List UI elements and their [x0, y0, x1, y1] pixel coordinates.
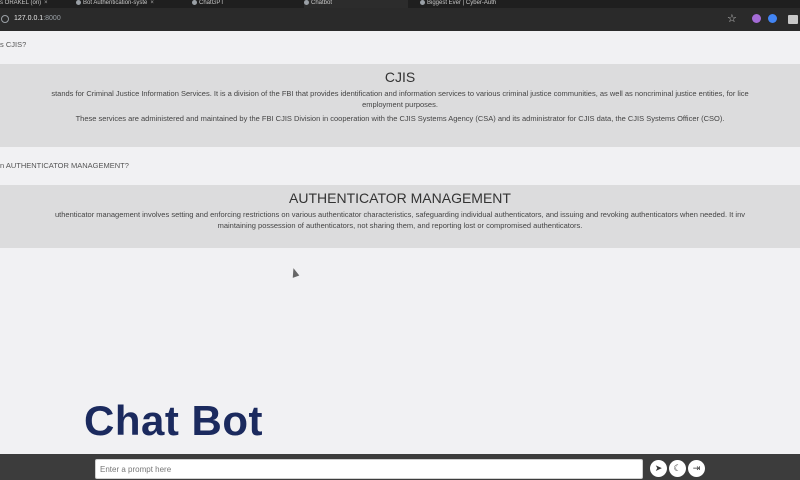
bot-answer: AUTHENTICATOR MANAGEMENT uthenticator ma… — [0, 185, 800, 248]
send-icon: ➤ — [654, 463, 663, 473]
chatbot-logo-text: Chat Bot — [84, 397, 263, 444]
theme-toggle-button[interactable]: ☾ — [669, 460, 686, 477]
user-question: s CJIS? — [0, 40, 27, 49]
answer-text: maintaining possession of authenticators… — [217, 221, 583, 230]
site-info-icon[interactable] — [1, 15, 9, 23]
favicon-icon — [420, 0, 425, 5]
page: s ORAKEL (ori) × Bot Authentication-syste… — [0, 0, 800, 480]
bot-answer: CJIS stands for Criminal Justice Informa… — [0, 64, 800, 147]
browser-tab[interactable]: Biggest Ever | Cyber-Auth — [420, 0, 510, 8]
prompt-input[interactable]: Enter a prompt here — [95, 459, 643, 479]
browser-tab-bar: s ORAKEL (ori) × Bot Authentication-syste… — [0, 0, 800, 8]
answer-text: uthenticator management involves setting… — [55, 210, 745, 219]
browser-tab[interactable]: ChatGPT — [192, 0, 302, 8]
send-button[interactable]: ➤ — [650, 460, 667, 477]
user-question: n AUTHENTICATOR MANAGEMENT? — [0, 161, 129, 170]
browser-tab[interactable]: s ORAKEL (ori) × — [0, 0, 60, 8]
extension-icon[interactable] — [768, 14, 777, 23]
browser-toolbar: 127.0.0.1:8000 ☆ — [0, 8, 800, 31]
logout-button[interactable]: ⇥ — [688, 460, 705, 477]
favicon-icon — [76, 0, 81, 5]
extension-icon[interactable] — [752, 14, 761, 23]
answer-title: CJIS — [384, 69, 416, 85]
favicon-icon — [192, 0, 197, 5]
browser-tab[interactable]: Bot Authentication-syste × — [76, 0, 176, 8]
profile-icon[interactable] — [788, 15, 798, 24]
favicon-icon — [304, 0, 309, 5]
answer-text: stands for Criminal Justice Information … — [51, 89, 749, 98]
address-bar[interactable]: 127.0.0.1:8000 — [14, 15, 61, 22]
answer-title: AUTHENTICATOR MANAGEMENT — [289, 190, 511, 206]
bookmark-star-icon[interactable]: ☆ — [727, 12, 737, 25]
browser-tab-active[interactable]: Chatbot — [304, 0, 408, 8]
logout-icon: ⇥ — [692, 463, 701, 473]
mouse-cursor-icon — [289, 267, 300, 278]
answer-text: These services are administered and main… — [75, 114, 725, 123]
moon-icon: ☾ — [673, 463, 682, 473]
answer-text: employment purposes. — [362, 100, 438, 109]
